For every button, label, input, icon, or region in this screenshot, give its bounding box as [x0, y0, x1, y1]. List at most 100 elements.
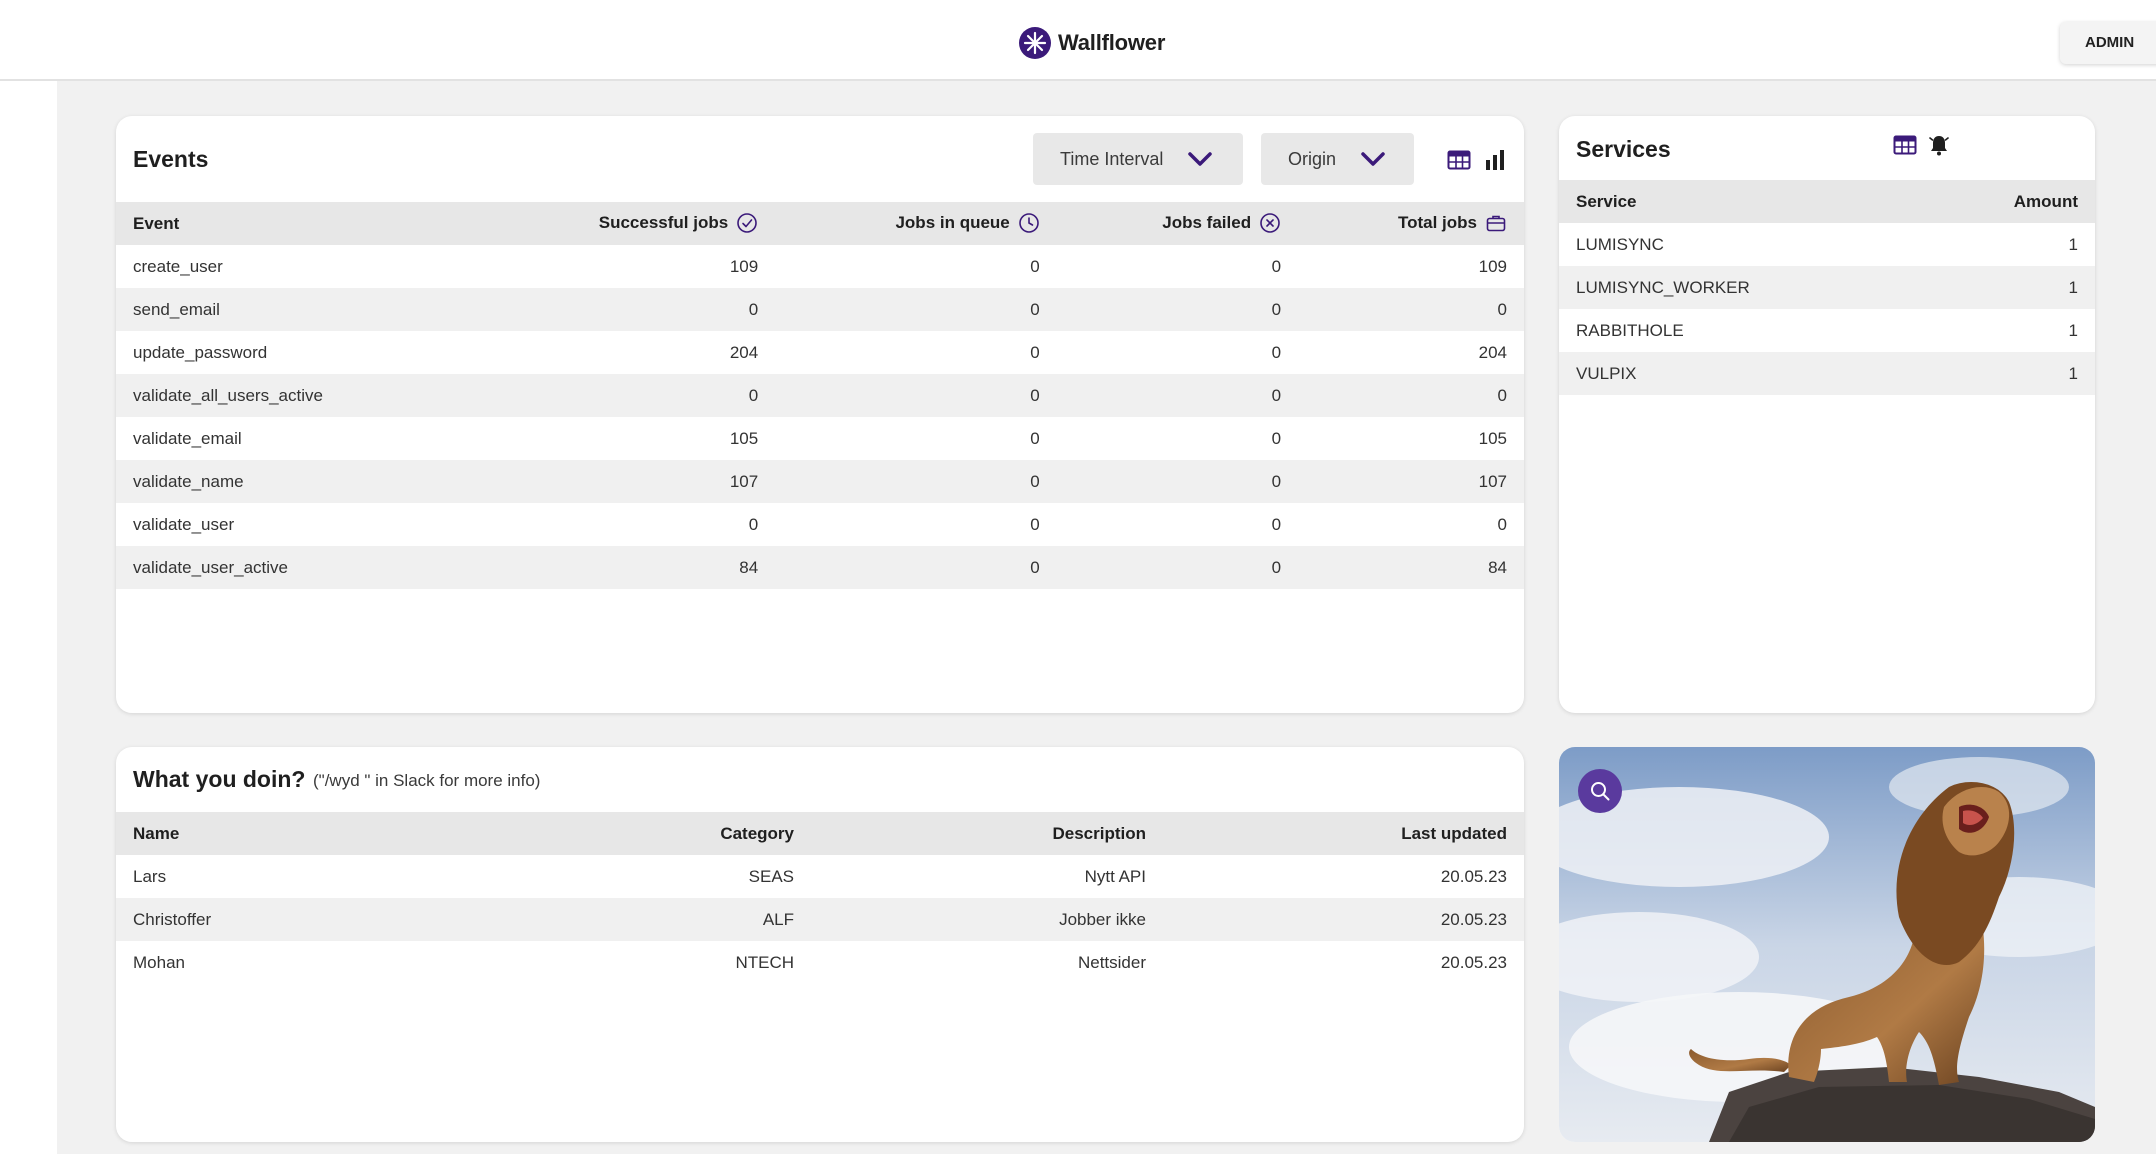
- table-row[interactable]: validate_all_users_active 0 0 0 0: [116, 374, 1524, 417]
- description: Jobber ikke: [811, 898, 1163, 941]
- successful-jobs: 105: [469, 417, 776, 460]
- table-icon[interactable]: [1447, 148, 1471, 172]
- search-icon: [1591, 782, 1610, 801]
- table-row[interactable]: send_email 0 0 0 0: [116, 288, 1524, 331]
- person-name: Mohan: [116, 941, 546, 984]
- event-name: validate_name: [116, 460, 470, 503]
- events-table: Event Successful jobs Jobs in queue Jobs…: [116, 202, 1524, 589]
- check-circle-icon: [737, 212, 757, 233]
- event-name: validate_all_users_active: [116, 374, 470, 417]
- wyd-table: Name Category Description Last updated L…: [116, 812, 1524, 984]
- table-row[interactable]: update_password 204 0 0 204: [116, 331, 1524, 374]
- table-row[interactable]: VULPIX 1: [1559, 352, 2095, 395]
- jobs-failed: 0: [1056, 374, 1299, 417]
- column-header-jobs-in-queue[interactable]: Jobs in queue: [775, 202, 1057, 245]
- origin-dropdown[interactable]: Origin: [1261, 133, 1414, 185]
- description: Nettsider: [811, 941, 1163, 984]
- jobs-failed: 0: [1056, 331, 1299, 374]
- column-header-last-updated[interactable]: Last updated: [1163, 812, 1524, 855]
- services-title: Services: [1576, 136, 1671, 162]
- total-jobs: 107: [1298, 460, 1524, 503]
- x-circle-icon: [1260, 212, 1280, 233]
- table-row[interactable]: LUMISYNC 1: [1559, 223, 2095, 266]
- lion-image-card: [1559, 747, 2095, 1142]
- services-view-toggle: [1893, 133, 1951, 157]
- table-row[interactable]: create_user 109 0 0 109: [116, 245, 1524, 288]
- service-name: RABBITHOLE: [1559, 309, 1923, 352]
- service-amount: 1: [1922, 309, 2095, 352]
- jobs-in-queue: 0: [775, 245, 1057, 288]
- event-name: send_email: [116, 288, 470, 331]
- search-button[interactable]: [1578, 769, 1622, 813]
- top-bar: Wallflower ADMIN: [0, 0, 2156, 81]
- person-name: Lars: [116, 855, 546, 898]
- clock-icon: [1018, 212, 1039, 233]
- services-card: Services Service Amount LUMISYNC 1 LUMIS…: [1559, 116, 2095, 713]
- lion-image: [1559, 747, 2095, 1142]
- column-header-category[interactable]: Category: [546, 812, 811, 855]
- briefcase-icon: [1486, 215, 1506, 231]
- table-row[interactable]: validate_user 0 0 0 0: [116, 503, 1524, 546]
- table-icon[interactable]: [1893, 133, 1917, 157]
- person-name: Christoffer: [116, 898, 546, 941]
- category: SEAS: [546, 855, 811, 898]
- wyd-title: What you doin?: [133, 766, 306, 792]
- jobs-in-queue: 0: [775, 331, 1057, 374]
- admin-button[interactable]: ADMIN: [2060, 22, 2156, 64]
- service-amount: 1: [1922, 352, 2095, 395]
- column-header-event[interactable]: Event: [116, 202, 470, 245]
- event-name: validate_email: [116, 417, 470, 460]
- successful-jobs: 107: [469, 460, 776, 503]
- table-row[interactable]: validate_email 105 0 0 105: [116, 417, 1524, 460]
- column-header-jobs-failed[interactable]: Jobs failed: [1056, 202, 1299, 245]
- event-name: create_user: [116, 245, 470, 288]
- table-row[interactable]: Mohan NTECH Nettsider 20.05.23: [116, 941, 1524, 984]
- jobs-failed: 0: [1056, 245, 1299, 288]
- last-updated: 20.05.23: [1163, 898, 1524, 941]
- wyd-header-row: Name Category Description Last updated: [116, 812, 1524, 855]
- table-row[interactable]: LUMISYNC_WORKER 1: [1559, 266, 2095, 309]
- last-updated: 20.05.23: [1163, 855, 1524, 898]
- time-interval-dropdown[interactable]: Time Interval: [1033, 133, 1243, 185]
- table-row[interactable]: RABBITHOLE 1: [1559, 309, 2095, 352]
- table-row[interactable]: Christoffer ALF Jobber ikke 20.05.23: [116, 898, 1524, 941]
- brand[interactable]: Wallflower: [1018, 26, 1165, 60]
- services-header-row: Service Amount: [1559, 180, 2095, 223]
- event-name: validate_user_active: [116, 546, 470, 589]
- column-header-service[interactable]: Service: [1559, 180, 1923, 223]
- jobs-failed: 0: [1056, 460, 1299, 503]
- event-name: update_password: [116, 331, 470, 374]
- description: Nytt API: [811, 855, 1163, 898]
- column-header-amount[interactable]: Amount: [1922, 180, 2095, 223]
- column-header-successful-jobs[interactable]: Successful jobs: [469, 202, 776, 245]
- successful-jobs: 0: [469, 503, 776, 546]
- successful-jobs: 109: [469, 245, 776, 288]
- jobs-in-queue: 0: [775, 417, 1057, 460]
- total-jobs: 0: [1298, 288, 1524, 331]
- events-card: Events Time Interval Origin Event Succes…: [116, 116, 1524, 713]
- jobs-failed: 0: [1056, 417, 1299, 460]
- time-interval-label: Time Interval: [1060, 148, 1164, 169]
- table-row[interactable]: validate_name 107 0 0 107: [116, 460, 1524, 503]
- brand-name: Wallflower: [1058, 30, 1166, 55]
- bell-icon[interactable]: [1927, 133, 1951, 157]
- total-jobs: 0: [1298, 374, 1524, 417]
- total-jobs: 105: [1298, 417, 1524, 460]
- service-amount: 1: [1922, 266, 2095, 309]
- jobs-failed: 0: [1056, 546, 1299, 589]
- column-header-description[interactable]: Description: [811, 812, 1163, 855]
- bar-chart-icon[interactable]: [1483, 148, 1507, 172]
- category: NTECH: [546, 941, 811, 984]
- column-header-name[interactable]: Name: [116, 812, 546, 855]
- wyd-hint: ("/wyd " in Slack for more info): [313, 771, 541, 790]
- table-row[interactable]: Lars SEAS Nytt API 20.05.23: [116, 855, 1524, 898]
- table-row[interactable]: validate_user_active 84 0 0 84: [116, 546, 1524, 589]
- successful-jobs: 204: [469, 331, 776, 374]
- chevron-down-icon: [1188, 152, 1212, 166]
- services-table: Service Amount LUMISYNC 1 LUMISYNC_WORKER…: [1559, 180, 2095, 395]
- jobs-in-queue: 0: [775, 374, 1057, 417]
- origin-label: Origin: [1288, 148, 1337, 169]
- column-header-total-jobs[interactable]: Total jobs: [1298, 202, 1524, 245]
- jobs-failed: 0: [1056, 288, 1299, 331]
- category: ALF: [546, 898, 811, 941]
